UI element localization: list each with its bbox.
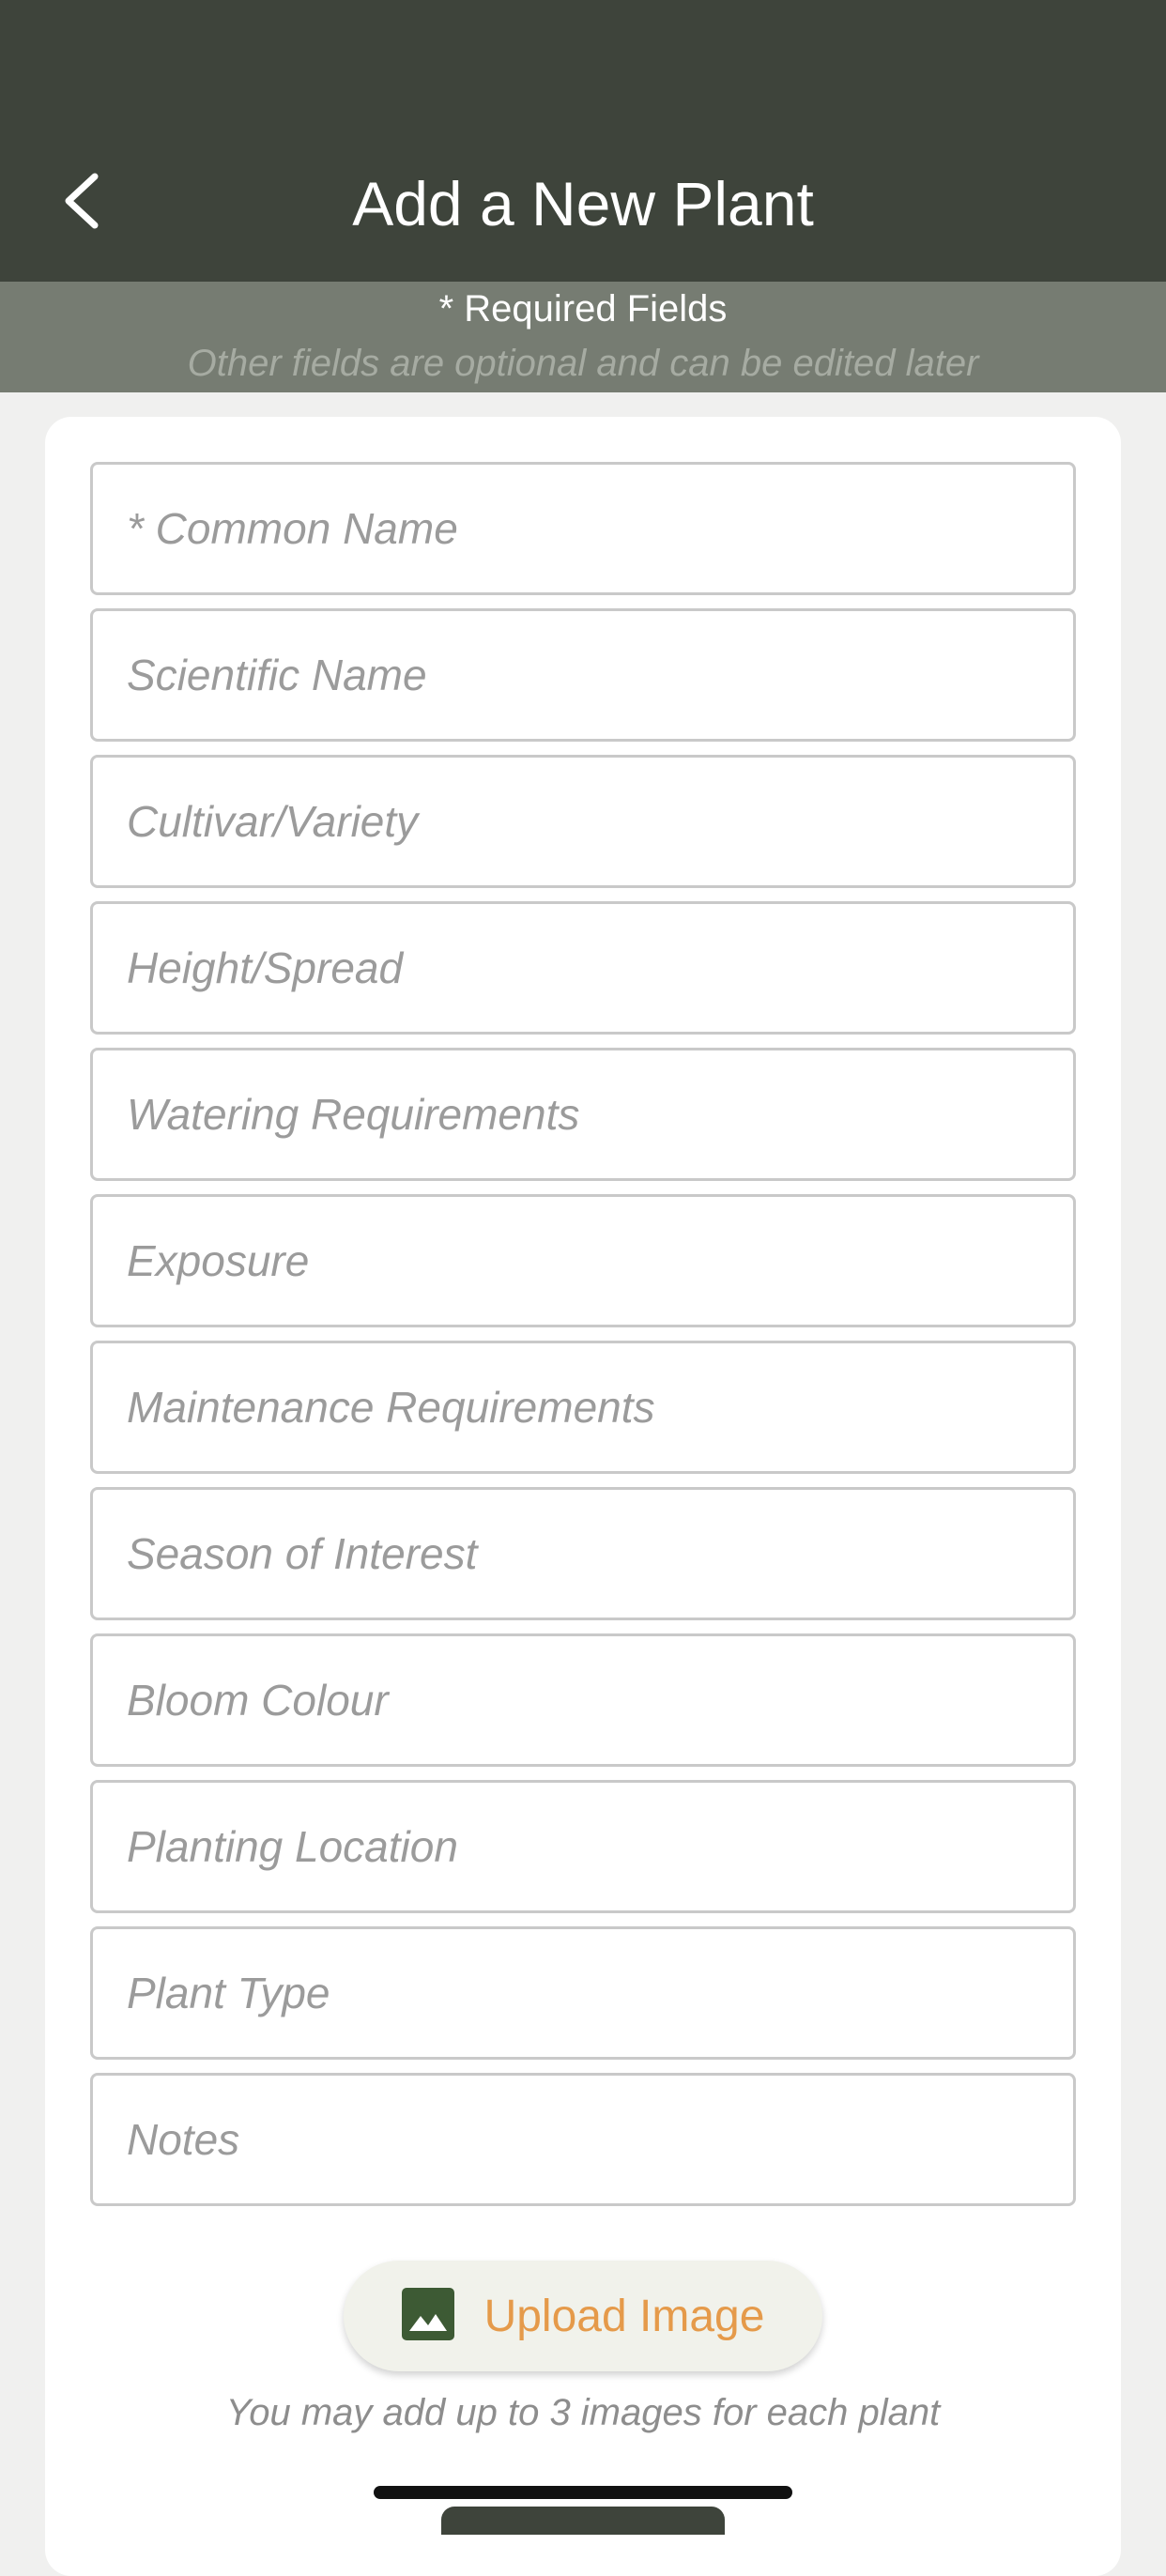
scientific-name-field[interactable] — [90, 608, 1076, 742]
cultivar-variety-field[interactable] — [90, 755, 1076, 888]
plant-type-field[interactable] — [90, 1926, 1076, 2060]
upload-image-label: Upload Image — [483, 2291, 765, 2341]
optional-fields-hint: Other fields are optional and can be edi… — [187, 343, 979, 384]
watering-requirements-field[interactable] — [90, 1048, 1076, 1181]
notes-field[interactable] — [90, 2073, 1076, 2206]
plant-form — [90, 462, 1076, 2219]
upload-image-button[interactable]: Upload Image — [344, 2261, 822, 2371]
notes-input[interactable] — [93, 2114, 1073, 2165]
home-indicator — [374, 2486, 792, 2499]
exposure-input[interactable] — [93, 1235, 1073, 1286]
submit-button-peek[interactable] — [441, 2507, 725, 2535]
exposure-field[interactable] — [90, 1194, 1076, 1327]
common-name-input[interactable] — [93, 503, 1073, 554]
height-spread-field[interactable] — [90, 901, 1076, 1035]
upload-limit-note: You may add up to 3 images for each plan… — [225, 2392, 941, 2433]
image-icon — [401, 2287, 454, 2345]
bloom-colour-input[interactable] — [93, 1675, 1073, 1725]
watering-requirements-input[interactable] — [93, 1089, 1073, 1140]
maintenance-requirements-field[interactable] — [90, 1341, 1076, 1474]
planting-location-field[interactable] — [90, 1780, 1076, 1913]
common-name-field[interactable] — [90, 462, 1076, 595]
planting-location-input[interactable] — [93, 1821, 1073, 1872]
season-of-interest-field[interactable] — [90, 1487, 1076, 1620]
scientific-name-input[interactable] — [93, 650, 1073, 700]
season-of-interest-input[interactable] — [93, 1528, 1073, 1579]
required-fields-label: * Required Fields — [438, 288, 728, 330]
cultivar-variety-input[interactable] — [93, 796, 1073, 847]
page-title: Add a New Plant — [352, 169, 814, 238]
height-spread-input[interactable] — [93, 943, 1073, 993]
bloom-colour-field[interactable] — [90, 1633, 1076, 1767]
plant-type-input[interactable] — [93, 1968, 1073, 2018]
maintenance-requirements-input[interactable] — [93, 1382, 1073, 1433]
